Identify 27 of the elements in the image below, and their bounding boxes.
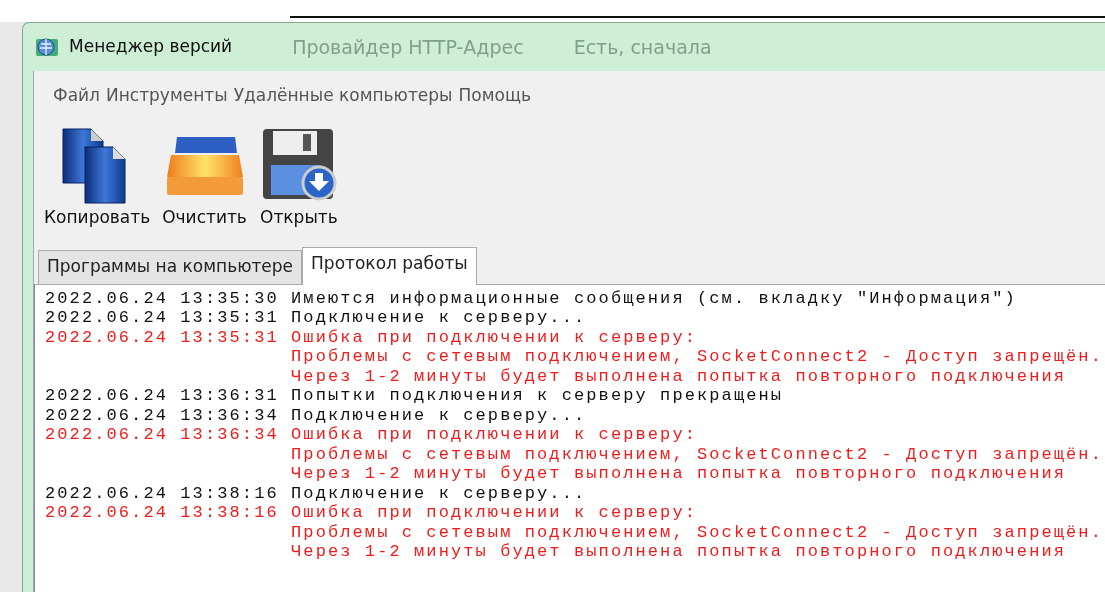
log-line: Через 1-2 минуты будет выполнена попытка повторного подключения xyxy=(290,366,1068,386)
log-line: 2022.06.24 13:36:34 Подключение к серверу... xyxy=(45,405,588,425)
log-line: Через 1-2 минуты будет выполнена попытка повторного подключения xyxy=(290,542,1068,562)
menu-item[interactable]: Удалённые компьютеры xyxy=(230,79,456,113)
log-line: Проблемы с сетевым подключением, SocketConnect2 - Доступ запрещён. xyxy=(290,522,1104,542)
menu-item[interactable]: Помощь xyxy=(455,79,534,113)
log-line: Проблемы с сетевым подключением, SocketConnect2 - Доступ запрещён. xyxy=(290,444,1104,464)
window-title: Менеджер версий xyxy=(69,35,233,59)
toolbar-button[interactable]: Очистить xyxy=(160,124,249,230)
log-line: 2022.06.24 13:35:30 Имеются информационные сообщения (см. вкладку "Информация") xyxy=(45,288,1018,308)
background-window-text: Есть, сначала xyxy=(573,34,712,60)
log-line: 2022.06.24 13:38:16 Ошибка при подключении к серверу: xyxy=(45,503,698,523)
log-line: Через 1-2 минуты будет выполнена попытка повторного подключения xyxy=(290,464,1068,484)
tab[interactable]: Программы на компьютере xyxy=(38,250,303,284)
menu-item[interactable]: Файл xyxy=(50,79,103,113)
toolbar-button[interactable]: Копировать xyxy=(42,124,153,230)
log-line: Проблемы с сетевым подключением, SocketConnect2 - Доступ запрещён. xyxy=(290,347,1104,367)
log-line: 2022.06.24 13:38:16 Подключение к серверу... xyxy=(45,483,588,503)
log-line: 2022.06.24 13:35:31 Ошибка при подключении к серверу: xyxy=(45,327,698,347)
background-window-text: Провайдер HTTP-Адрес xyxy=(292,34,524,60)
log-line: 2022.06.24 13:36:34 Ошибка при подключении к серверу: xyxy=(45,425,698,445)
tab[interactable]: Протокол работы xyxy=(302,247,477,285)
app-globe-icon xyxy=(35,36,59,58)
menu-item[interactable]: Инструменты xyxy=(102,79,231,113)
toolbar-button[interactable]: Открыть xyxy=(256,124,341,230)
log-line: 2022.06.24 13:35:31 Подключение к серверу... xyxy=(45,308,588,328)
log-line: 2022.06.24 13:36:31 Попытки подключения к серверу прекращены xyxy=(45,386,785,406)
